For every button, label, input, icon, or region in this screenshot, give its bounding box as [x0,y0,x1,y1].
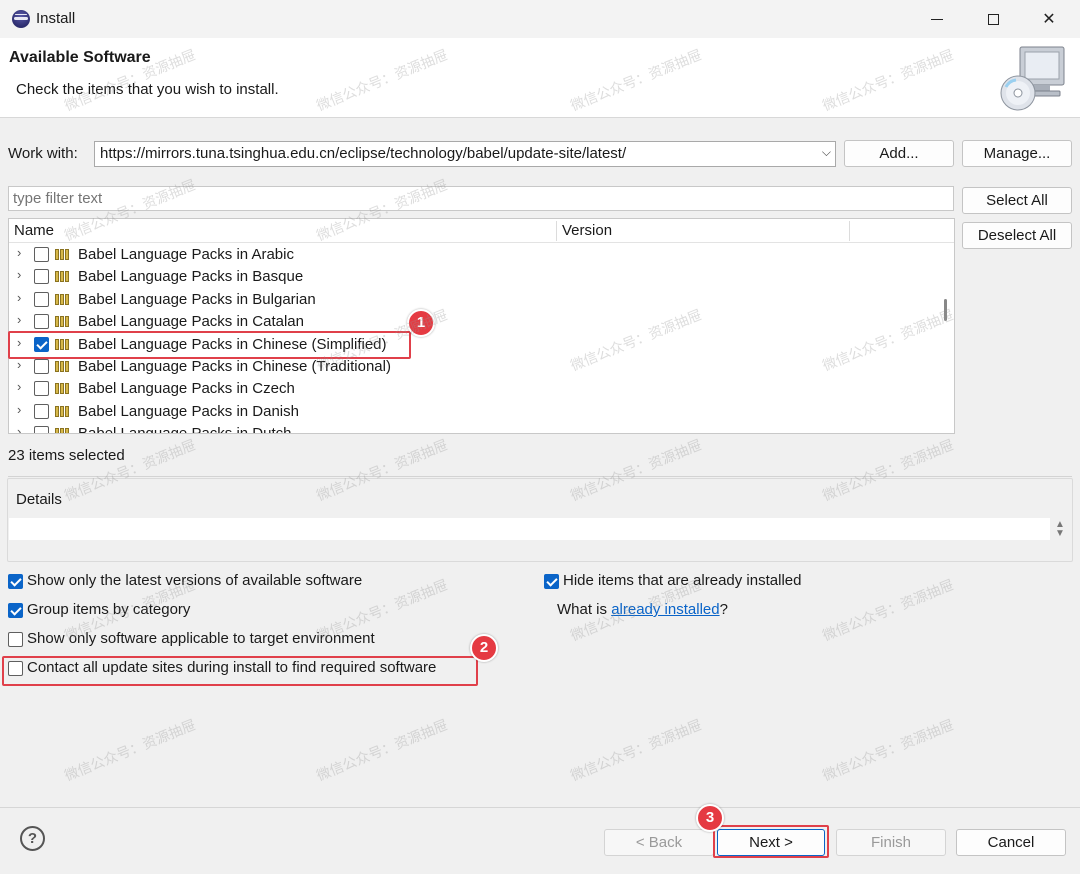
checkbox-box[interactable] [8,632,23,647]
group-by-category-checkbox[interactable]: Group items by category [8,601,308,621]
step-badge-1: 1 [407,309,435,337]
hide-installed-checkbox[interactable]: Hide items that are already installed [544,572,844,592]
chevron-right-icon[interactable]: › [17,357,21,372]
row-checkbox[interactable] [34,381,49,397]
minimize-button[interactable] [908,0,966,38]
row-checkbox[interactable] [34,359,49,374]
row-checkbox[interactable] [34,247,49,262]
watermark: 微信公众号：资源抽屉 [820,716,956,784]
details-spin-icon[interactable]: ▲ ▼ [1055,520,1065,539]
finish-button[interactable]: Finish [836,829,946,856]
work-with-label: Work with: [8,145,78,162]
column-name[interactable]: Name [14,222,54,239]
row-label: Babel Language Packs in Chinese (Traditi… [78,358,391,375]
row-label: Babel Language Packs in Danish [78,402,299,420]
already-installed-link[interactable]: already installed [611,601,719,618]
window-title: Install [36,10,76,27]
select-all-button[interactable]: Select All [962,187,1072,214]
chevron-right-icon[interactable]: › [17,245,21,260]
tree-row[interactable]: › Babel Language Packs in Czech [9,378,939,400]
deselect-all-button[interactable]: Deselect All [962,222,1072,249]
row-checkbox[interactable] [34,314,49,330]
tree-row[interactable]: › Babel Language Packs in Bulgarian [9,289,939,311]
page-description: Check the items that you wish to install… [16,81,279,98]
package-icon [55,383,71,395]
tree-header: Name Version [9,219,954,243]
package-icon [55,271,71,283]
row-checkbox[interactable] [34,291,49,307]
eclipse-icon [12,10,30,28]
applicable-target-checkbox[interactable]: Show only software applicable to target … [8,630,428,650]
highlight-box-1 [8,331,411,359]
chevron-right-icon[interactable]: › [17,379,21,394]
tree-row[interactable]: › Babel Language Packs in Chinese (Tradit… [9,356,939,378]
chevron-down-icon[interactable]: ⌵ [822,145,831,160]
row-label: Babel Language Packs in Dutch [78,425,292,434]
tree-scrollbar[interactable] [944,299,947,321]
package-icon [55,293,71,305]
selection-status: 23 items selected [8,447,125,464]
highlight-box-2 [2,656,478,686]
chevron-right-icon[interactable]: › [17,312,21,327]
watermark: 微信公众号：资源抽屉 [568,716,704,784]
checkbox-box[interactable] [8,603,23,618]
cancel-button[interactable]: Cancel [956,829,1066,856]
watermark: 微信公众号：资源抽屉 [62,716,198,784]
package-icon [55,316,71,328]
row-label: Babel Language Packs in Czech [78,380,295,398]
column-version[interactable]: Version [562,222,612,239]
back-button[interactable]: < Back [604,829,714,856]
watermark: 微信公众号：资源抽屉 [314,716,450,784]
package-icon [55,361,71,372]
package-icon [55,428,71,433]
title-bar: Install ✕ [0,0,1080,38]
work-with-combo[interactable]: https://mirrors.tuna.tsinghua.edu.cn/ecl… [94,141,836,167]
add-button[interactable]: Add... [844,140,954,167]
install-computer-icon [1000,46,1065,111]
row-checkbox[interactable] [34,269,49,285]
maximize-button[interactable] [964,0,1022,38]
tree-row[interactable]: › Babel Language Packs in Dutch [9,423,939,434]
chevron-right-icon[interactable]: › [17,267,21,282]
details-text[interactable] [9,518,1050,540]
row-label: Babel Language Packs in Arabic [78,246,294,263]
step-badge-3: 3 [696,804,724,832]
checkbox-box[interactable] [8,574,23,589]
package-icon [55,405,71,417]
software-tree[interactable]: Name Version › Babel Language Packs in Ar… [8,218,955,434]
step-badge-2: 2 [470,634,498,662]
work-with-value: https://mirrors.tuna.tsinghua.edu.cn/ecl… [100,145,627,162]
minimize-icon [931,18,943,20]
tree-row[interactable]: › Babel Language Packs in Catalan [9,311,939,333]
filter-input[interactable] [8,186,954,211]
close-icon: ✕ [1042,11,1056,28]
close-button[interactable]: ✕ [1020,0,1078,38]
details-label: Details [16,491,62,508]
latest-versions-checkbox[interactable]: Show only the latest versions of availab… [8,572,408,592]
what-is-installed: What is already installed? [557,601,728,618]
tree-row[interactable]: › Babel Language Packs in Danish [9,401,939,423]
checkbox-box[interactable] [544,574,559,589]
page-title: Available Software [9,49,151,66]
wizard-banner: Available Software Check the items that … [0,38,1080,118]
row-checkbox[interactable] [34,426,49,433]
tree-row[interactable]: › Babel Language Packs in Arabic [9,244,939,266]
manage-button[interactable]: Manage... [962,140,1072,167]
row-label: Babel Language Packs in Catalan [78,313,304,331]
row-label: Babel Language Packs in Bulgarian [78,290,316,308]
chevron-right-icon[interactable]: › [17,424,21,433]
maximize-icon [987,13,999,25]
chevron-right-icon[interactable]: › [17,290,21,305]
chevron-right-icon[interactable]: › [17,402,21,417]
package-icon [55,249,71,260]
row-label: Babel Language Packs in Basque [78,268,304,286]
help-icon[interactable]: ? [20,826,45,851]
highlight-box-3 [713,825,829,858]
row-checkbox[interactable] [34,403,49,419]
tree-row[interactable]: › Babel Language Packs in Basque [9,266,939,288]
